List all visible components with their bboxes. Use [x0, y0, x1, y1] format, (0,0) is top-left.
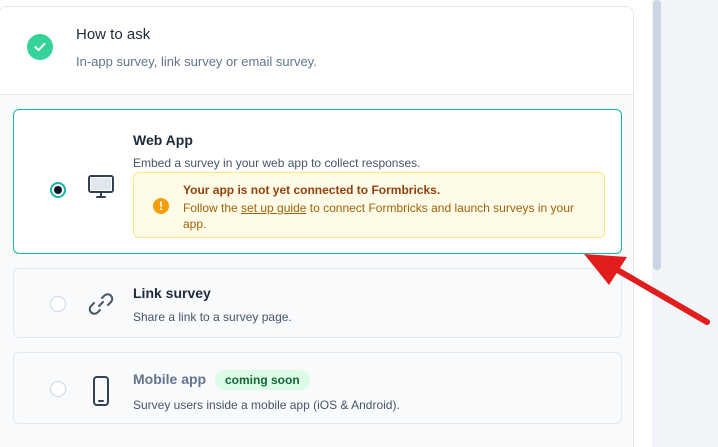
card-title: How to ask [76, 26, 151, 43]
warning-title: Your app is not yet connected to Formbri… [183, 183, 441, 197]
option-mobile-app: Mobile app coming soon Survey users insi… [13, 352, 622, 424]
coming-soon-badge: coming soon [215, 370, 310, 390]
web-app-description: Embed a survey in your web app to collec… [133, 156, 421, 170]
mobile-app-radio [50, 381, 66, 397]
card-subtitle: In-app survey, link survey or email surv… [76, 54, 317, 69]
mobile-app-title: Mobile app [133, 371, 207, 387]
link-survey-title: Link survey [133, 285, 211, 301]
monitor-icon [86, 172, 116, 202]
smartphone-icon [86, 375, 116, 406]
connection-warning: ! Your app is not yet connected to Formb… [133, 172, 605, 238]
web-app-radio[interactable] [50, 182, 66, 198]
link-survey-radio[interactable] [50, 296, 66, 312]
warning-text-start: Follow the [183, 201, 242, 215]
warning-body: Follow the set up guide to connect Formb… [183, 200, 593, 232]
scrollbar[interactable] [652, 0, 662, 447]
card-header[interactable]: How to ask In-app survey, link survey or… [0, 7, 633, 95]
setup-guide-link[interactable]: set up guide [241, 201, 306, 215]
right-panel [662, 0, 718, 447]
scrollbar-thumb[interactable] [653, 0, 661, 270]
web-app-title: Web App [133, 132, 193, 148]
option-web-app[interactable]: Web App Embed a survey in your web app t… [13, 109, 622, 254]
warning-icon: ! [153, 198, 169, 214]
check-circle-icon [27, 34, 53, 60]
mobile-app-description: Survey users inside a mobile app (iOS & … [133, 398, 400, 412]
survey-settings-page: How to ask In-app survey, link survey or… [0, 0, 718, 447]
link-survey-description: Share a link to a survey page. [133, 310, 292, 324]
link-icon [86, 289, 116, 319]
option-link-survey[interactable]: Link survey Share a link to a survey pag… [13, 268, 622, 338]
